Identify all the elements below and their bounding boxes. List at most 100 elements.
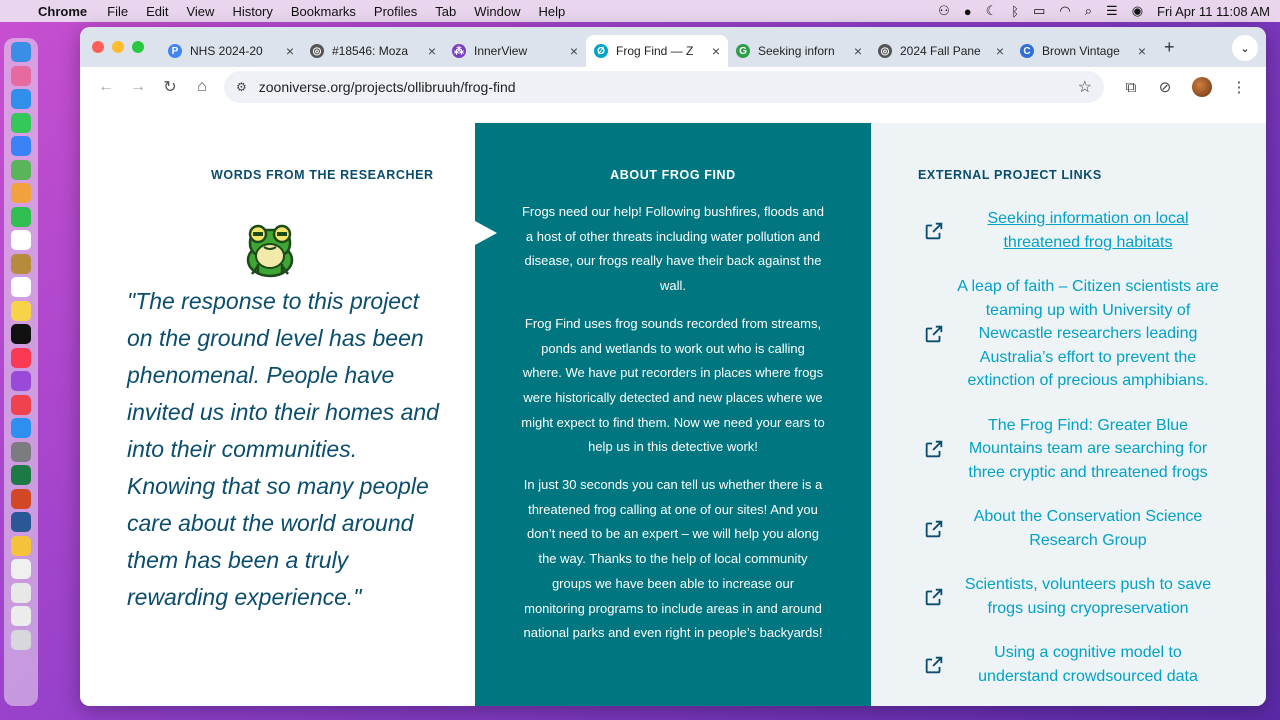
control-center-icon[interactable]: ☰ bbox=[1106, 3, 1118, 19]
tab-favicon-icon: P bbox=[168, 44, 182, 58]
external-link[interactable]: Scientists, volunteers push to save frog… bbox=[923, 573, 1223, 620]
external-link[interactable]: A leap of faith – Citizen scientists are… bbox=[923, 275, 1223, 393]
external-link[interactable]: About the Conservation Science Research … bbox=[923, 505, 1223, 552]
folder-icon[interactable] bbox=[11, 582, 31, 603]
external-link-label[interactable]: The Frog Find: Greater Blue Mountains te… bbox=[953, 414, 1223, 485]
reminders-icon[interactable] bbox=[11, 277, 31, 297]
app-store-icon[interactable] bbox=[11, 418, 31, 438]
menu-tab[interactable]: Tab bbox=[435, 4, 456, 19]
forward-arrow-icon[interactable]: → bbox=[122, 78, 154, 96]
external-link[interactable]: The Frog Find: Greater Blue Mountains te… bbox=[923, 414, 1223, 485]
extension-pin-icon[interactable]: ⊘ bbox=[1148, 78, 1182, 96]
home-icon[interactable]: ⌂ bbox=[186, 78, 218, 96]
close-window-button[interactable] bbox=[92, 41, 104, 53]
fullscreen-window-button[interactable] bbox=[132, 41, 144, 53]
new-tab-button[interactable]: + bbox=[1164, 37, 1175, 58]
browser-window: P NHS 2024-20 × ◎ #18546: Moza × ⁂ InnerView × Ø F… bbox=[80, 27, 1266, 706]
external-link-label[interactable]: About the Conservation Science Research … bbox=[953, 505, 1223, 552]
back-arrow-icon[interactable]: ← bbox=[90, 78, 122, 96]
clock[interactable]: Fri Apr 11 11:08 AM bbox=[1157, 4, 1270, 19]
music-icon[interactable] bbox=[11, 347, 31, 368]
news-icon[interactable] bbox=[11, 394, 31, 415]
search-icon[interactable]: ⌕ bbox=[1085, 3, 1092, 19]
more-menu-icon[interactable]: ⋮ bbox=[1222, 78, 1256, 96]
grammarly-icon[interactable]: ● bbox=[964, 4, 972, 19]
tab-title: NHS 2024-20 bbox=[190, 44, 263, 58]
external-link-label[interactable]: A leap of faith – Citizen scientists are… bbox=[953, 275, 1223, 393]
tab-search-chevron-icon[interactable]: ⌄ bbox=[1232, 35, 1258, 61]
site-settings-icon[interactable]: ⚙ bbox=[236, 80, 247, 94]
powerpoint-icon[interactable] bbox=[11, 488, 31, 509]
menu-view[interactable]: View bbox=[186, 4, 214, 19]
tab-close-icon[interactable]: × bbox=[712, 43, 720, 59]
extensions-icon[interactable]: ⧉ bbox=[1114, 79, 1148, 96]
reload-icon[interactable]: ↻ bbox=[154, 77, 186, 97]
moon-icon[interactable]: ☾ bbox=[986, 3, 998, 19]
app-menu[interactable]: Chrome bbox=[38, 4, 87, 19]
external-link[interactable]: Using a cognitive model to understand cr… bbox=[923, 641, 1223, 688]
menu-bar: Chrome File Edit View History Bookmarks … bbox=[0, 0, 1280, 22]
word-icon[interactable] bbox=[11, 512, 31, 532]
external-link[interactable]: Seeking information on local threatened … bbox=[923, 207, 1223, 254]
facetime-icon[interactable] bbox=[11, 206, 31, 227]
battery-icon[interactable]: ▭ bbox=[1033, 3, 1045, 19]
tab-close-icon[interactable]: × bbox=[570, 43, 578, 59]
tab[interactable]: ◎ #18546: Moza × bbox=[302, 35, 444, 67]
links-section: EXTERNAL PROJECT LINKS Seeking informati… bbox=[871, 123, 1266, 706]
tab-close-icon[interactable]: × bbox=[428, 43, 436, 59]
document-icon[interactable] bbox=[11, 559, 31, 579]
users-icon[interactable]: ⚇ bbox=[938, 3, 950, 19]
external-link-label[interactable]: Using a cognitive model to understand cr… bbox=[953, 641, 1223, 688]
menu-bookmarks[interactable]: Bookmarks bbox=[291, 4, 356, 19]
external-link-label[interactable]: Seeking information on local threatened … bbox=[953, 207, 1223, 254]
tab[interactable]: ⁂ InnerView × bbox=[444, 35, 586, 67]
tab[interactable]: C Brown Vintage × bbox=[1012, 35, 1154, 67]
address-bar[interactable]: ⚙ zooniverse.org/projects/ollibruuh/frog… bbox=[224, 71, 1104, 103]
trash-icon[interactable] bbox=[11, 629, 31, 650]
menu-help[interactable]: Help bbox=[539, 4, 566, 19]
notes-icon[interactable] bbox=[11, 300, 31, 321]
bookmark-star-icon[interactable]: ☆ bbox=[1078, 77, 1092, 97]
tab[interactable]: ◎ 2024 Fall Pane × bbox=[870, 35, 1012, 67]
tab-close-icon[interactable]: × bbox=[996, 43, 1004, 59]
tab-close-icon[interactable]: × bbox=[286, 43, 294, 59]
chrome-icon[interactable] bbox=[11, 535, 31, 556]
podcasts-icon[interactable] bbox=[11, 371, 31, 391]
bluetooth-icon[interactable]: ᛒ bbox=[1011, 4, 1019, 19]
siri-icon[interactable]: ◉ bbox=[1132, 3, 1143, 19]
finder-icon[interactable] bbox=[11, 42, 31, 62]
dock bbox=[4, 38, 38, 706]
screenshot-icon[interactable] bbox=[11, 606, 31, 626]
tab-strip: P NHS 2024-20 × ◎ #18546: Moza × ⁂ InnerView × Ø F… bbox=[80, 27, 1266, 67]
tab-favicon-icon: ⁂ bbox=[452, 44, 466, 58]
maps-icon[interactable] bbox=[11, 159, 31, 180]
safari-icon[interactable] bbox=[11, 89, 31, 109]
apple-tv-icon[interactable] bbox=[11, 324, 31, 344]
tab-close-icon[interactable]: × bbox=[854, 43, 862, 59]
messages-icon[interactable] bbox=[11, 112, 31, 133]
notes-app-icon[interactable] bbox=[11, 253, 31, 274]
tab[interactable]: P NHS 2024-20 × bbox=[160, 35, 302, 67]
tab[interactable]: Ø Frog Find — Z × bbox=[586, 35, 728, 67]
calendar-icon[interactable] bbox=[11, 230, 31, 250]
wifi-icon[interactable]: ◠ bbox=[1059, 3, 1070, 19]
menu-file[interactable]: File bbox=[107, 4, 128, 19]
photos-icon[interactable] bbox=[11, 183, 31, 203]
menu-profiles[interactable]: Profiles bbox=[374, 4, 417, 19]
menu-window[interactable]: Window bbox=[474, 4, 520, 19]
tab[interactable]: G Seeking inforn × bbox=[728, 35, 870, 67]
tab-favicon-icon: ◎ bbox=[878, 44, 892, 58]
settings-icon[interactable] bbox=[11, 441, 31, 462]
about-paragraph: Frogs need our help! Following bushfires… bbox=[521, 204, 825, 294]
minimize-window-button[interactable] bbox=[112, 41, 124, 53]
menu-history[interactable]: History bbox=[232, 4, 272, 19]
excel-icon[interactable] bbox=[11, 465, 31, 485]
profile-avatar[interactable] bbox=[1192, 77, 1212, 97]
tab-close-icon[interactable]: × bbox=[1138, 43, 1146, 59]
menu-edit[interactable]: Edit bbox=[146, 4, 168, 19]
external-link-label[interactable]: Scientists, volunteers push to save frog… bbox=[953, 573, 1223, 620]
mail-icon[interactable] bbox=[11, 136, 31, 156]
about-paragraph: In just 30 seconds you can tell us wheth… bbox=[523, 477, 823, 641]
launchpad-icon[interactable] bbox=[11, 65, 31, 86]
url-text[interactable]: zooniverse.org/projects/ollibruuh/frog-f… bbox=[259, 79, 1078, 95]
